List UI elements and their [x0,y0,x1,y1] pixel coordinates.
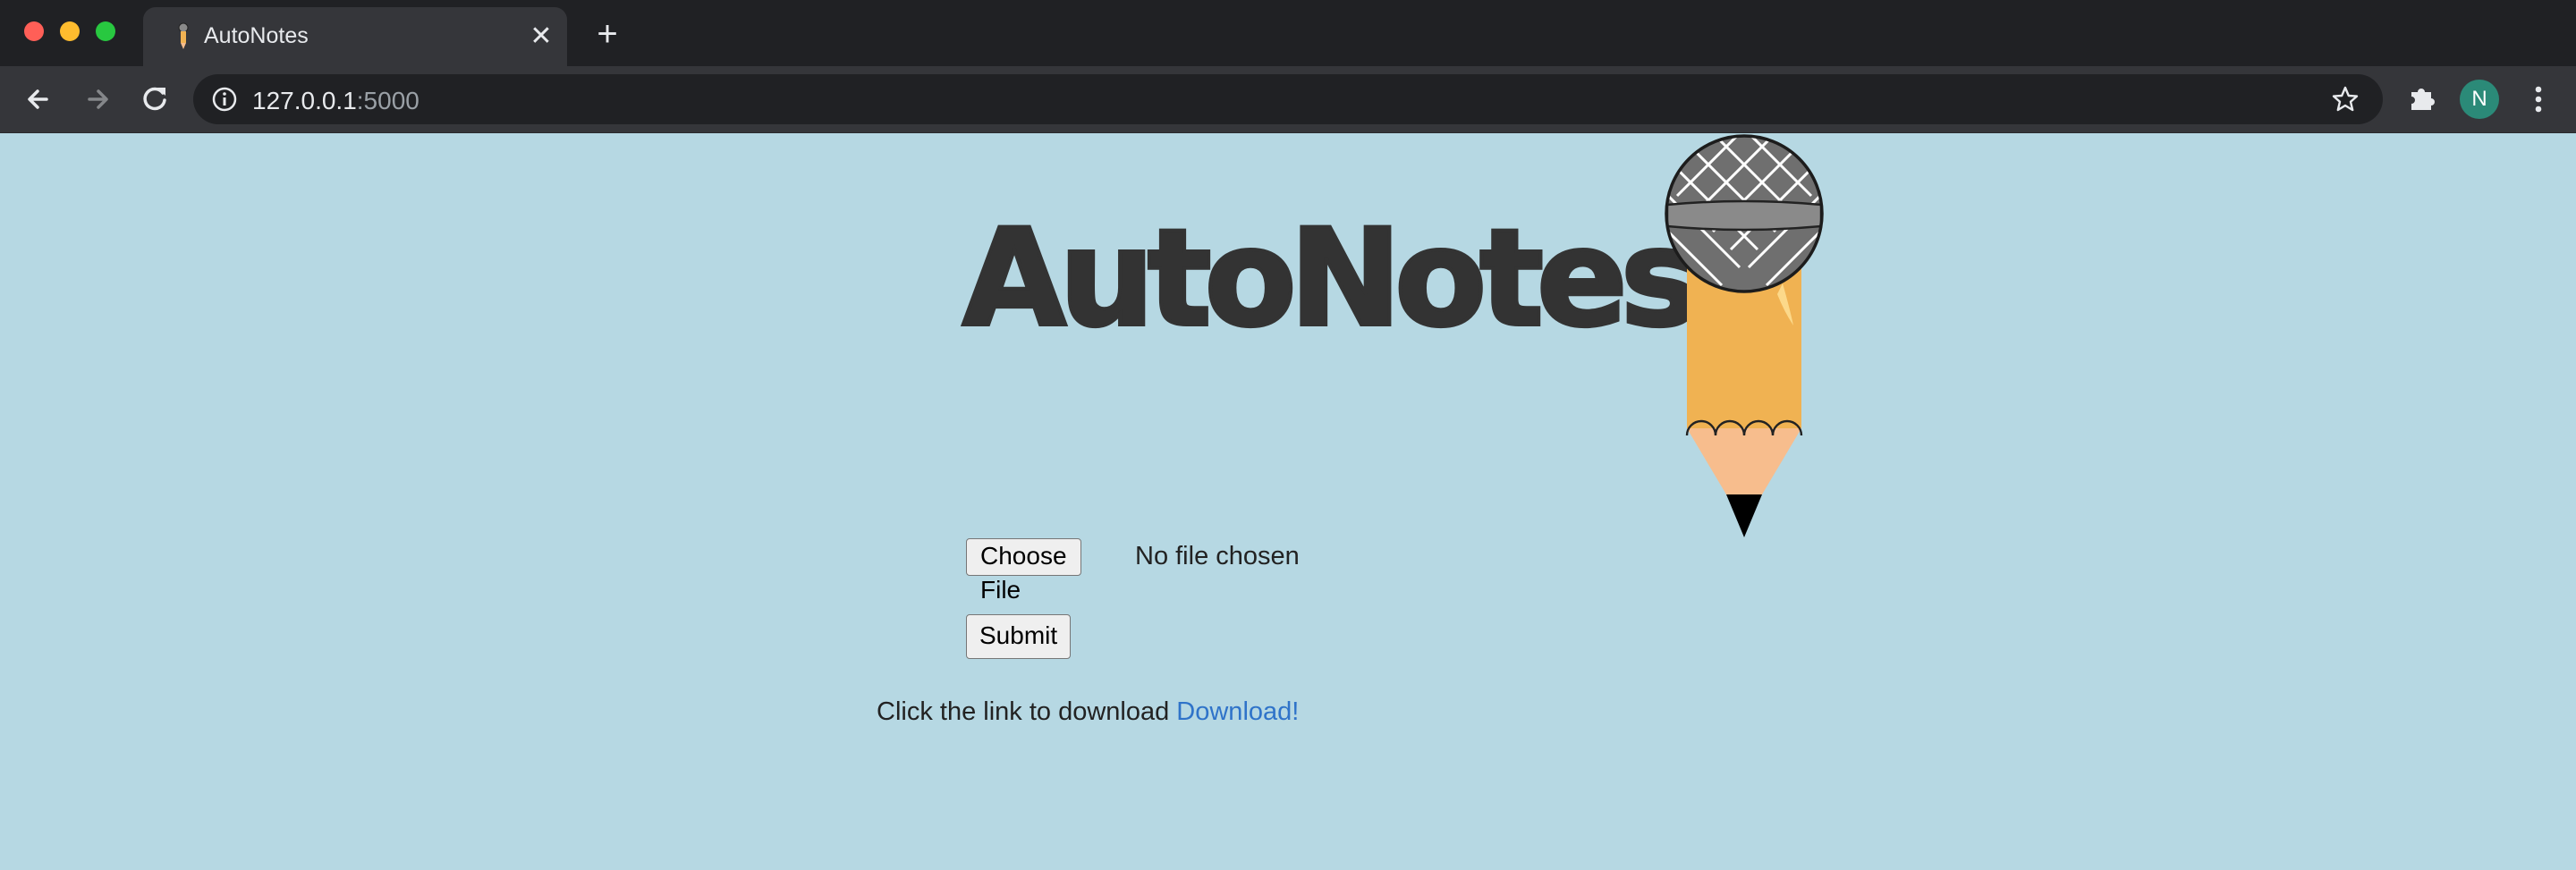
microphone-pencil-logo [1665,134,1824,537]
url-host: 127.0.0.1 [252,87,357,114]
choose-file-button[interactable]: Choose File [966,538,1081,604]
download-link[interactable]: Download! [1176,697,1299,726]
browser-tab[interactable]: AutoNotes ✕ [143,7,567,66]
download-prompt: Click the link to download [877,697,1170,726]
kebab-menu-icon[interactable] [2521,81,2556,117]
pencil-mic-favicon [178,22,189,49]
puzzle-icon[interactable] [2404,81,2438,115]
close-tab-icon[interactable]: ✕ [526,21,556,52]
browser-toolbar: 127.0.0.1:5000 N [0,66,2576,133]
back-arrow-icon[interactable] [20,80,57,118]
info-icon[interactable] [211,86,238,113]
new-tab-icon[interactable]: + [590,16,624,52]
forward-arrow-icon[interactable] [79,80,116,118]
profile-avatar[interactable]: N [2460,80,2499,119]
file-status-text: No file chosen [1135,542,1300,570]
maximize-window-button[interactable] [96,21,115,41]
tab-strip: AutoNotes ✕ + [0,0,2576,66]
close-window-button[interactable] [24,21,44,41]
minimize-window-button[interactable] [60,21,80,41]
page-title: AutoNotes [961,201,1702,357]
download-line: Click the link to download Download! [877,697,1299,727]
tab-title: AutoNotes [204,23,309,48]
page-content: AutoNotes Choose File No file chosen Sub… [0,133,2576,870]
url-text: 127.0.0.1:5000 [252,87,419,115]
url-port: :5000 [356,87,419,114]
submit-button[interactable]: Submit [966,614,1072,659]
reload-icon[interactable] [136,80,174,118]
star-icon[interactable] [2331,85,2360,114]
address-bar[interactable]: 127.0.0.1:5000 [193,74,2383,124]
